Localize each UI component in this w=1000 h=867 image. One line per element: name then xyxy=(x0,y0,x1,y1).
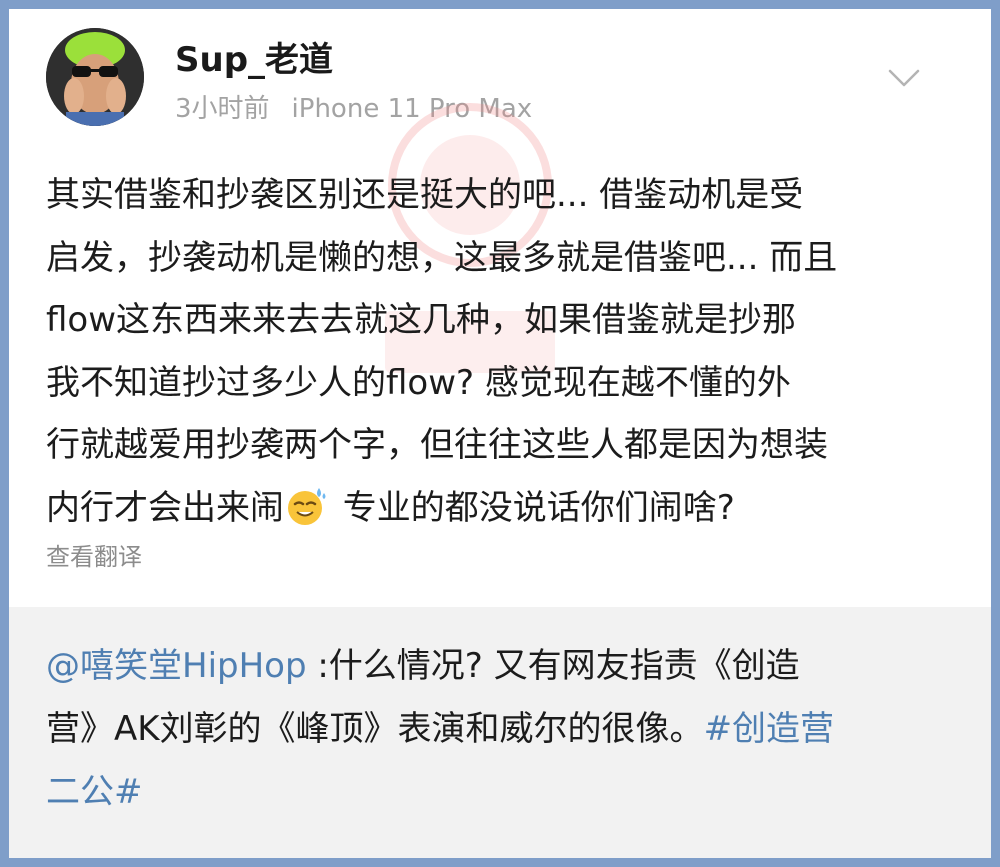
hashtag-link[interactable]: #创造营 xyxy=(704,709,835,749)
weibo-post-card: Sup_老道 3小时前 iPhone 11 Pro Max 其实借鉴和抄袭区别还是… xyxy=(9,9,991,858)
translate-link[interactable]: 查看翻译 xyxy=(46,541,142,573)
repost-line: 二公# xyxy=(46,761,966,824)
post-body-line: 我不知道抄过多少人的flow? 感觉现在越不懂的外 xyxy=(46,362,791,403)
post-body-line: 其实借鉴和抄袭区别还是挺大的吧... 借鉴动机是受 xyxy=(46,175,804,215)
repost-body: @嘻笑堂HipHop :什么情况? 又有网友指责《创造 营》AK刘彰的《峰顶》表… xyxy=(46,635,966,824)
repost-text: 营》AK刘彰的《峰顶》表演和威尔的很像。 xyxy=(46,709,704,749)
post-device: iPhone 11 Pro Max xyxy=(291,94,533,124)
avatar[interactable] xyxy=(46,28,144,126)
repost-line: 营》AK刘彰的《峰顶》表演和威尔的很像。#创造营 xyxy=(46,698,966,761)
repost-text: :什么情况? 又有网友指责《创造 xyxy=(306,646,800,686)
post-time: 3小时前 xyxy=(175,94,270,124)
sweat-smile-emoji-icon xyxy=(288,487,326,525)
username[interactable]: Sup_老道 xyxy=(175,40,333,80)
post-body-line: 行就越爱用抄袭两个字，但往往这些人都是因为想装 xyxy=(46,425,828,465)
post-body-line: 启发，抄袭动机是懒的想，这最多就是借鉴吧... 而且 xyxy=(46,237,838,278)
post-body-line: flow这东西来来去去就这几种，如果借鉴就是抄那 xyxy=(46,300,797,340)
post-meta: 3小时前 iPhone 11 Pro Max xyxy=(175,92,532,126)
post-body-last-text: 内行才会出来闹 xyxy=(46,487,284,528)
chevron-down-icon[interactable] xyxy=(887,66,921,90)
mention-link[interactable]: @嘻笑堂HipHop xyxy=(46,646,307,686)
reposted-content[interactable]: @嘻笑堂HipHop :什么情况? 又有网友指责《创造 营》AK刘彰的《峰顶》表… xyxy=(9,607,991,858)
original-post: Sup_老道 3小时前 iPhone 11 Pro Max 其实借鉴和抄袭区别还是… xyxy=(9,9,991,607)
post-body: 其实借鉴和抄袭区别还是挺大的吧... 借鉴动机是受 启发，抄袭动机是懒的想，这最… xyxy=(46,164,966,539)
post-body-line: 内行才会出来闹 专业的都没说话你们闹啥? xyxy=(46,477,966,540)
post-body-last-text-2: 专业的都没说话你们闹啥? xyxy=(332,487,735,528)
repost-line: @嘻笑堂HipHop :什么情况? 又有网友指责《创造 xyxy=(46,635,966,698)
hashtag-link[interactable]: 二公# xyxy=(46,772,143,812)
